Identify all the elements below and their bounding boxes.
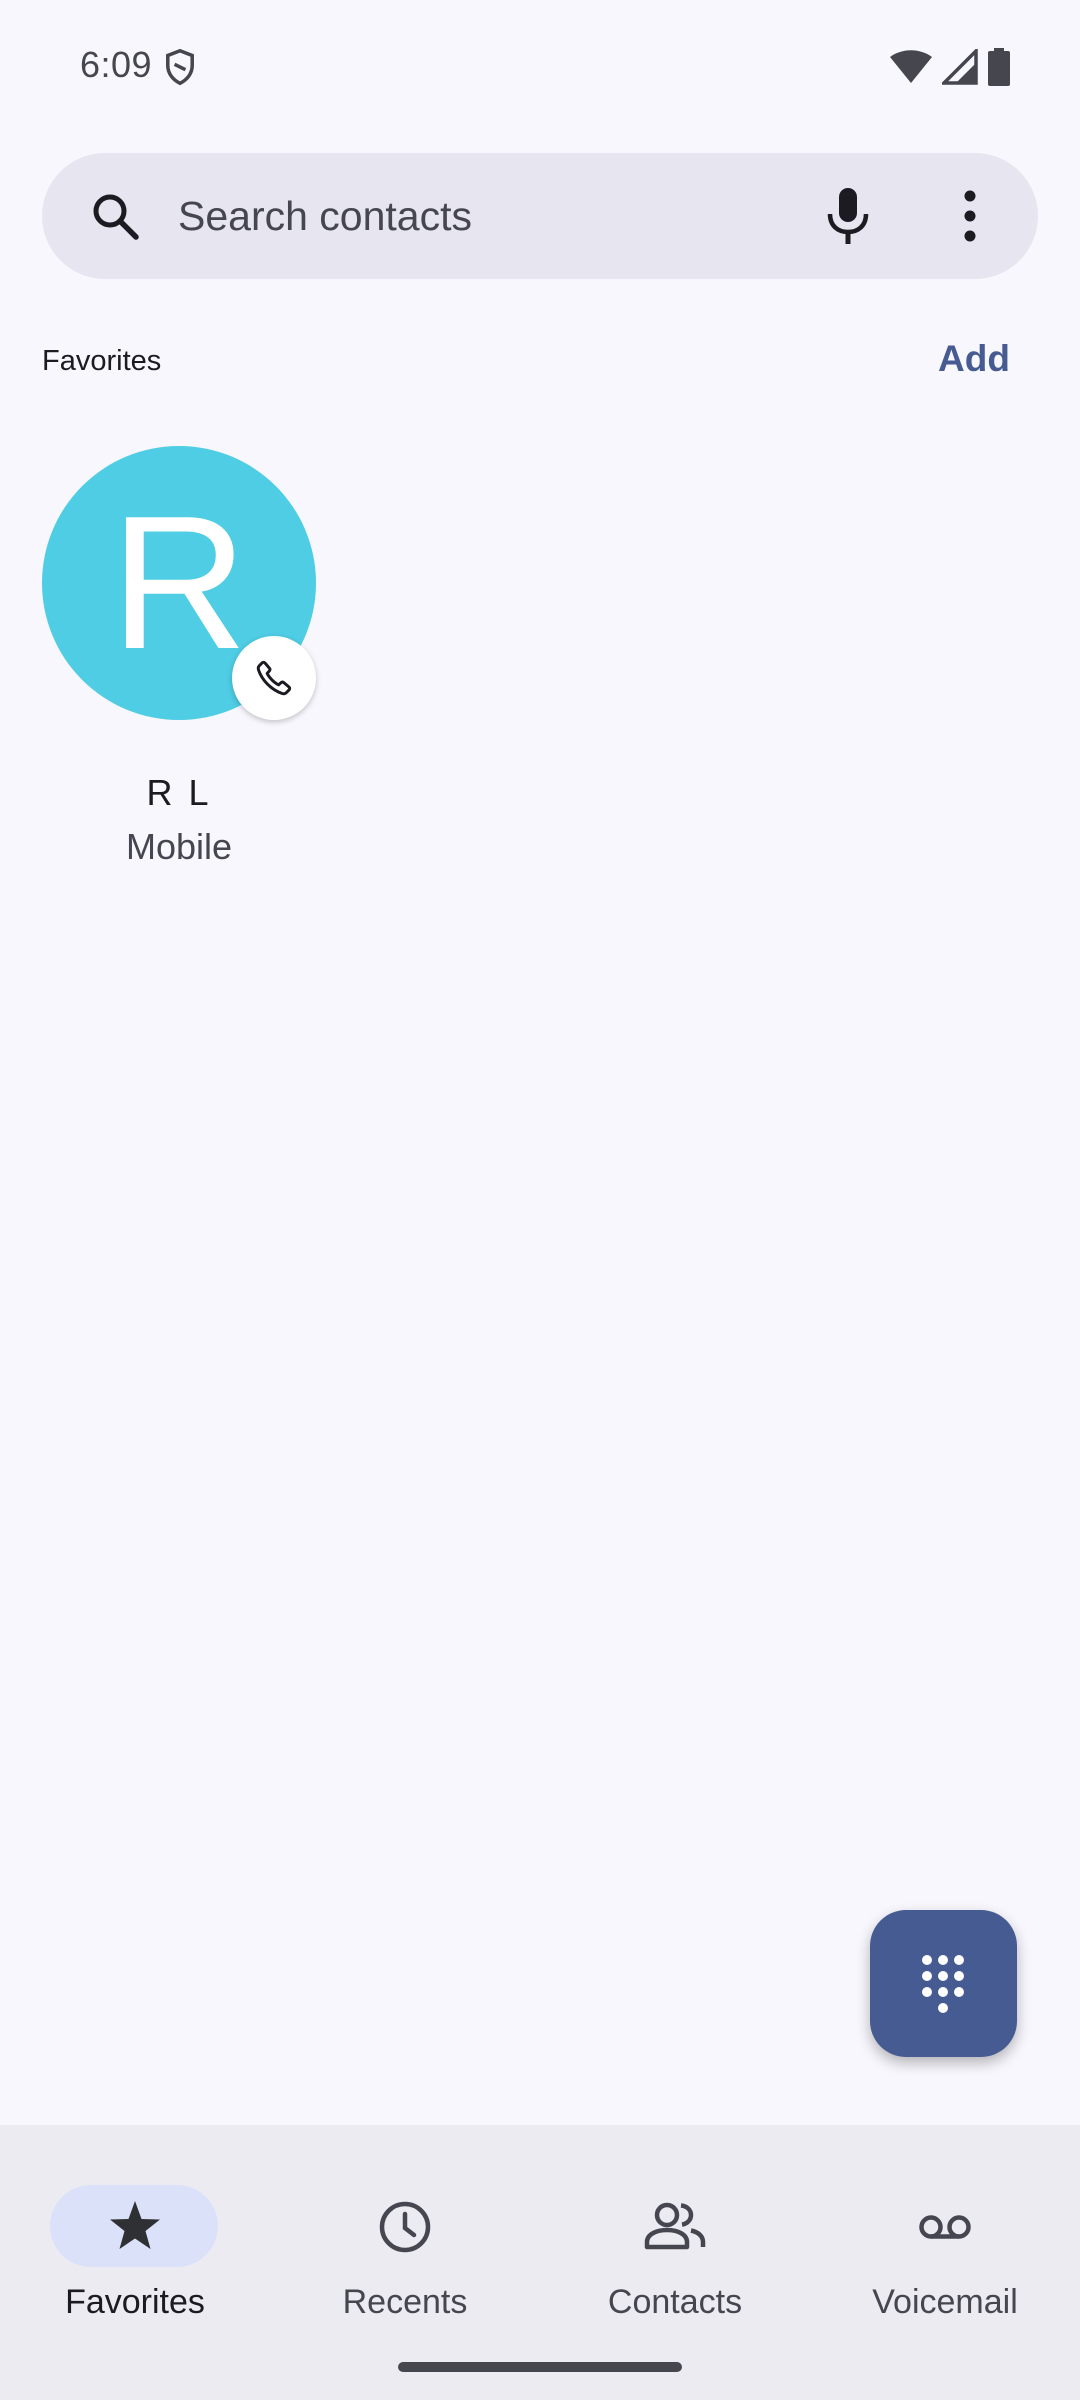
contact-number-type: Mobile [125,826,233,867]
nav-item-contacts[interactable]: Contacts [540,2153,810,2343]
nav-item-voicemail[interactable]: Voicemail [810,2153,1080,2343]
shield-icon [166,48,194,86]
nav-label-contacts: Contacts [607,2283,743,2321]
search-icon[interactable] [90,191,140,241]
nav-label-voicemail: Voicemail [872,2283,1018,2321]
battery-icon [988,48,1010,86]
phone-app-screen: 6:09 Search contacts Favorites Add R R L… [0,0,1080,2400]
contact-name: R L [146,772,212,813]
mic-icon[interactable] [822,186,874,246]
call-button[interactable] [232,636,316,720]
nav-item-recents[interactable]: Recents [270,2153,540,2343]
more-vert-icon[interactable] [950,188,990,244]
dialpad-icon [922,1955,964,2013]
nav-item-favorites[interactable]: Favorites [0,2153,270,2343]
dialpad-button[interactable] [870,1910,1017,2057]
phone-icon [256,660,292,696]
wifi-icon [890,50,932,83]
star-icon [110,2201,160,2249]
status-bar: 6:09 [0,0,1080,130]
search-input[interactable] [178,186,778,246]
status-icons [890,48,1010,86]
people-icon [644,2202,706,2250]
signal-icon [942,49,978,85]
home-indicator[interactable] [398,2362,682,2372]
nav-label-recents: Recents [342,2283,468,2321]
add-favorite-button[interactable]: Add [938,338,1010,380]
voicemail-icon [919,2215,971,2239]
nav-label-favorites: Favorites [65,2283,205,2321]
favorite-contact-card[interactable]: R R L Mobile [42,446,316,886]
bottom-navigation: Favorites Recents Contacts Voicemail [0,2125,1080,2400]
clock-icon [379,2201,431,2253]
favorites-section-title: Favorites [42,345,162,377]
status-time: 6:09 [80,44,153,85]
